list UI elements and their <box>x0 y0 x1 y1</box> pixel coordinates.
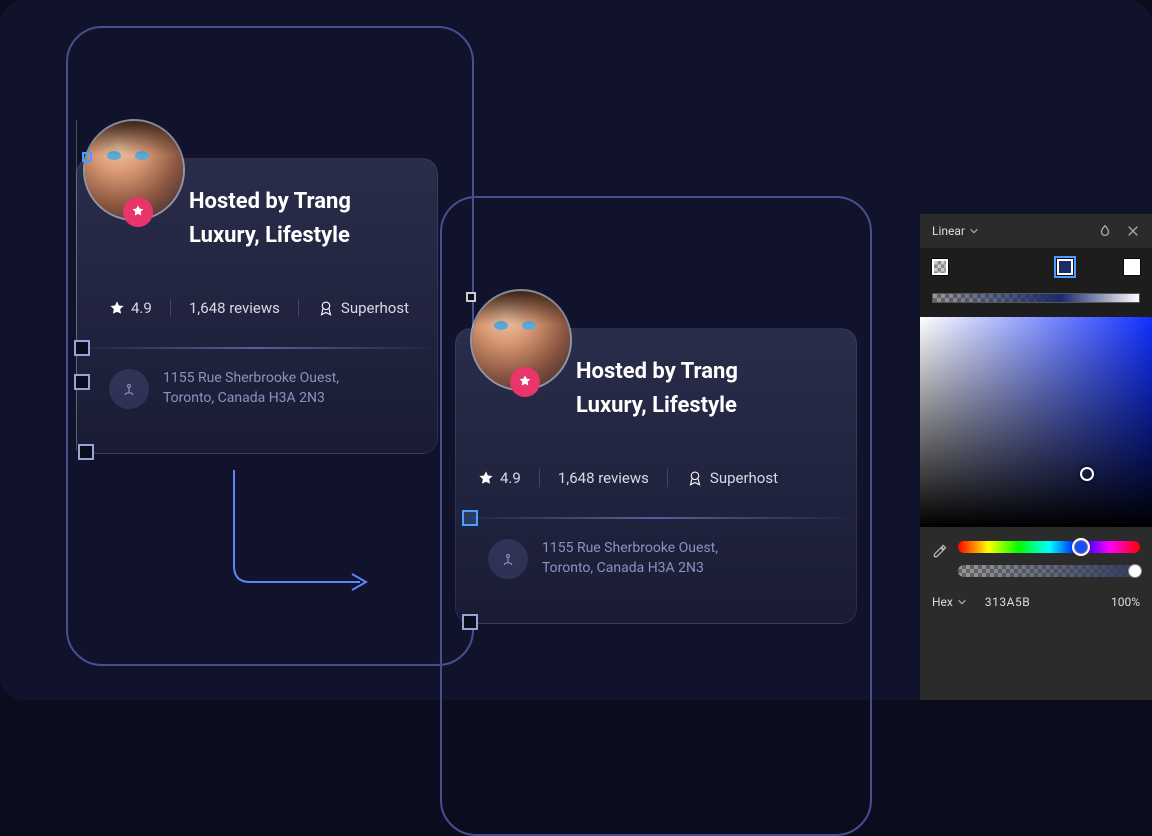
gradient-stop-handle[interactable] <box>78 444 94 460</box>
address-line2: Toronto, Canada H3A 2N3 <box>542 559 718 579</box>
eyedropper-icon[interactable] <box>932 543 948 559</box>
divider <box>456 517 856 519</box>
color-field-knob[interactable] <box>1080 467 1094 481</box>
gradient-stop-handle[interactable] <box>462 614 478 630</box>
host-title-line1: Hosted by Trang <box>576 355 738 389</box>
vertical-guide[interactable] <box>76 120 77 450</box>
chevron-down-icon <box>957 597 967 607</box>
host-title: Hosted by Trang Luxury, Lifestyle <box>189 185 351 253</box>
host-address: 1155 Rue Sherbrooke Ouest, Toronto, Cana… <box>488 539 718 579</box>
host-card-back[interactable]: Hosted by Trang Luxury, Lifestyle 4.9 1,… <box>76 158 438 454</box>
superhost-badge-icon <box>123 197 153 227</box>
hue-knob[interactable] <box>1074 540 1088 554</box>
medal-icon <box>317 299 335 317</box>
close-icon[interactable] <box>1126 224 1140 238</box>
color-picker-panel: Linear <box>920 214 1152 700</box>
address-line2: Toronto, Canada H3A 2N3 <box>163 389 339 409</box>
host-title-line1: Hosted by Trang <box>189 185 351 219</box>
star-icon <box>478 470 494 486</box>
map-pin-icon <box>499 550 517 568</box>
gradient-stop[interactable] <box>1057 259 1073 275</box>
gradient-stop-handle[interactable] <box>74 374 90 390</box>
saturation-value-field[interactable] <box>920 317 1152 527</box>
reviews-count: 1,648 reviews <box>558 469 649 487</box>
color-format-label: Hex <box>932 595 953 609</box>
hue-slider[interactable] <box>958 541 1140 553</box>
host-address: 1155 Rue Sherbrooke Ouest, Toronto, Cana… <box>109 369 339 409</box>
map-pin-icon <box>120 380 138 398</box>
address-line1: 1155 Rue Sherbrooke Ouest, <box>163 369 339 389</box>
superhost-badge-icon <box>510 367 540 397</box>
host-stats: 4.9 1,648 reviews Superhost <box>478 469 796 487</box>
color-picker-header: Linear <box>920 214 1152 249</box>
opacity-input[interactable]: 100% <box>1111 595 1140 609</box>
design-canvas[interactable]: Hosted by Trang Luxury, Lifestyle 4.9 1,… <box>0 0 1152 700</box>
superhost-label: Superhost <box>710 469 778 487</box>
host-card-front[interactable]: Hosted by Trang Luxury, Lifestyle 4.9 1,… <box>455 328 857 624</box>
gradient-stop[interactable] <box>1124 259 1140 275</box>
host-avatar <box>83 119 185 221</box>
address-line1: 1155 Rue Sherbrooke Ouest, <box>542 539 718 559</box>
host-stats: 4.9 1,648 reviews Superhost <box>109 299 427 317</box>
flow-arrow <box>214 470 374 600</box>
host-title: Hosted by Trang Luxury, Lifestyle <box>576 355 738 423</box>
host-avatar <box>470 289 572 391</box>
rating-value: 4.9 <box>500 469 521 487</box>
gradient-stop-handle[interactable] <box>74 340 90 356</box>
gradient-stop-handle[interactable] <box>462 510 478 526</box>
color-format-dropdown[interactable]: Hex <box>932 595 967 609</box>
blend-mode-icon[interactable] <box>1098 224 1112 238</box>
gradient-stops-row[interactable] <box>932 259 1140 285</box>
divider <box>77 347 437 349</box>
host-title-line2: Luxury, Lifestyle <box>189 219 351 253</box>
hex-input[interactable]: 313A5B <box>985 595 1093 609</box>
chevron-down-icon <box>969 226 979 236</box>
opacity-knob[interactable] <box>1128 564 1142 578</box>
gradient-stop-handle[interactable] <box>82 152 92 162</box>
star-icon <box>109 300 125 316</box>
fill-type-label: Linear <box>932 224 965 238</box>
gradient-stop-handle[interactable] <box>466 292 476 302</box>
opacity-slider[interactable] <box>958 565 1140 577</box>
gradient-preview[interactable] <box>932 293 1140 303</box>
host-title-line2: Luxury, Lifestyle <box>576 389 738 423</box>
gradient-stop[interactable] <box>932 259 948 275</box>
superhost-label: Superhost <box>341 299 409 317</box>
medal-icon <box>686 469 704 487</box>
reviews-count: 1,648 reviews <box>189 299 280 317</box>
fill-type-dropdown[interactable]: Linear <box>932 224 979 238</box>
rating-value: 4.9 <box>131 299 152 317</box>
